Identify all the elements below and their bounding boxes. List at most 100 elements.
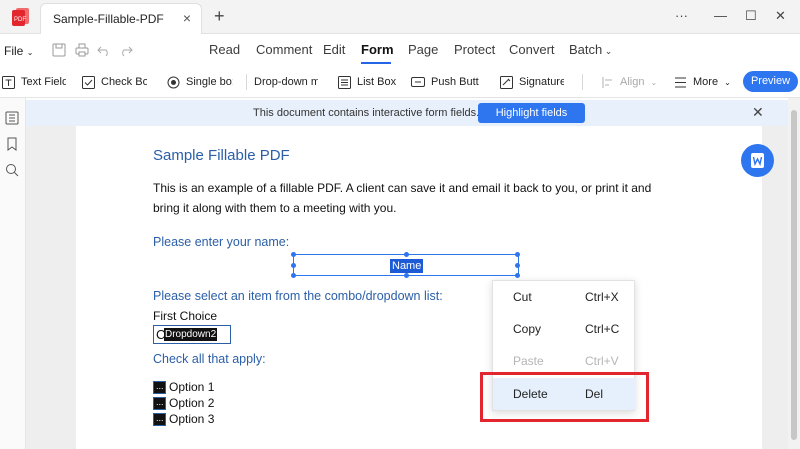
resize-handle[interactable]: [404, 252, 409, 257]
context-menu-cut[interactable]: Cut Ctrl+X: [493, 281, 636, 313]
undo-icon[interactable]: [97, 43, 111, 57]
menu-item-shortcut: Ctrl+C: [585, 322, 620, 336]
list-box-label: List Box: [357, 76, 396, 88]
radio-button-icon: [167, 76, 180, 88]
resize-handle[interactable]: [515, 252, 520, 257]
new-tab-button[interactable]: +: [214, 6, 225, 26]
resize-handle[interactable]: [291, 263, 296, 268]
menu-item-shortcut: Ctrl+V: [585, 354, 619, 368]
print-icon[interactable]: [75, 43, 89, 57]
word-convert-button[interactable]: [741, 144, 774, 177]
push-button-label: Push Buttc: [431, 76, 479, 88]
check-prompt: Check all that apply:: [153, 352, 266, 366]
menu-item-label: Paste: [513, 354, 544, 368]
single-box-tool[interactable]: Single bo:: [167, 73, 233, 91]
resize-handle[interactable]: [404, 273, 409, 278]
more-options-icon[interactable]: ···: [675, 8, 688, 23]
word-icon: [751, 153, 764, 168]
close-notification-icon[interactable]: ✕: [752, 104, 764, 121]
checkbox-marker: ...: [156, 381, 164, 391]
chevron-down-icon: ⌄: [26, 48, 34, 57]
resize-handle[interactable]: [291, 252, 296, 257]
file-menu[interactable]: File ⌄: [4, 44, 33, 58]
menu-form[interactable]: Form: [361, 42, 394, 57]
menu-comment[interactable]: Comment: [256, 42, 312, 57]
svg-text:PDF: PDF: [14, 17, 26, 23]
align-label: Align: [620, 76, 645, 88]
redo-icon[interactable]: [119, 43, 133, 57]
more-tool[interactable]: More ⌄: [674, 73, 732, 91]
bookmark-icon[interactable]: [5, 137, 19, 151]
menu-item-label: Cut: [513, 290, 532, 304]
checkbox-marker: ...: [156, 397, 164, 407]
active-tab-indicator: [361, 62, 391, 64]
document-paragraph: This is an example of a fillable PDF. A …: [153, 181, 652, 215]
resize-handle[interactable]: [515, 263, 520, 268]
check-box-tool[interactable]: Check Bo:: [82, 73, 147, 91]
pdf-app-icon: PDF: [12, 8, 29, 26]
menu-page[interactable]: Page: [408, 42, 438, 57]
option-label: Option 3: [169, 412, 215, 426]
chevron-down-icon: ⌄: [724, 77, 731, 87]
name-field-label: Name: [390, 259, 424, 273]
maximize-button[interactable]: ☐: [745, 8, 757, 24]
list-box-tool[interactable]: List Box: [338, 73, 396, 91]
more-icon: [675, 77, 686, 87]
list-box-icon: [338, 75, 351, 89]
form-toolbar: Text Field Check Bo: Single bo: Drop-dow…: [0, 66, 800, 98]
checkbox-icon: [82, 75, 95, 89]
signature-icon: [500, 75, 513, 89]
push-button-icon: [411, 77, 425, 87]
search-icon[interactable]: [5, 163, 19, 177]
option-label: Option 1: [169, 380, 215, 394]
combo-prompt: Please select an item from the combo/dro…: [153, 289, 443, 303]
notification-text: This document contains interactive form …: [253, 107, 480, 119]
text-field-tool[interactable]: Text Field: [2, 73, 66, 91]
option-label: Option 2: [169, 396, 215, 410]
left-sidebar: [0, 98, 26, 449]
close-tab-icon[interactable]: ×: [183, 10, 191, 26]
vertical-scrollbar[interactable]: [788, 98, 800, 449]
align-tool[interactable]: Align ⌄: [601, 73, 657, 91]
close-window-button[interactable]: ✕: [775, 8, 786, 24]
push-button-tool[interactable]: Push Buttc: [411, 73, 479, 91]
document-tab[interactable]: Sample-Fillable-PDF ×: [40, 3, 202, 34]
menu-batch[interactable]: Batch ⌄: [569, 42, 612, 57]
title-bar: PDF Sample-Fillable-PDF × + ··· — ☐ ✕: [0, 0, 800, 34]
resize-handle[interactable]: [291, 273, 296, 278]
app-window: PDF Sample-Fillable-PDF × + ··· — ☐ ✕ Fi…: [0, 0, 800, 449]
checkbox-field[interactable]: ...: [153, 397, 166, 410]
dropdown-form-field[interactable]: C Dropdown2: [153, 325, 231, 344]
menu-bar: File ⌄ Read Comment Edit Form Page Prote…: [0, 34, 800, 66]
save-icon[interactable]: [52, 43, 66, 57]
dropdown-tool-label: Drop-down m: [254, 76, 318, 88]
menu-read[interactable]: Read: [209, 42, 240, 57]
pdf-page: Sample Fillable PDF This is an example o…: [76, 126, 762, 449]
resize-handle[interactable]: [515, 273, 520, 278]
toolbar-divider: [246, 74, 247, 90]
context-menu-copy[interactable]: Copy Ctrl+C: [493, 313, 636, 345]
annotation-highlight-box: [480, 372, 649, 422]
menu-edit[interactable]: Edit: [323, 42, 345, 57]
first-choice-text: First Choice: [153, 309, 218, 323]
minimize-button[interactable]: —: [714, 8, 727, 23]
thumbnails-icon[interactable]: [5, 111, 19, 125]
tab-title: Sample-Fillable-PDF: [53, 12, 164, 26]
checkbox-field[interactable]: ...: [153, 381, 166, 394]
signature-tool[interactable]: Signature: [500, 73, 564, 91]
document-canvas: Sample Fillable PDF This is an example o…: [26, 126, 788, 449]
checkbox-marker: ...: [156, 413, 164, 423]
name-text-field[interactable]: Name: [291, 252, 520, 278]
menu-item-shortcut: Ctrl+X: [585, 290, 619, 304]
checkbox-field[interactable]: ...: [153, 413, 166, 426]
preview-button[interactable]: Preview: [743, 71, 798, 92]
dropdown-tool[interactable]: Drop-down m: [254, 73, 318, 91]
dropdown-field-label: Dropdown2: [164, 328, 218, 341]
menu-protect[interactable]: Protect: [454, 42, 495, 57]
menu-item-label: Copy: [513, 322, 542, 336]
toolbar-divider: [582, 74, 583, 90]
menu-convert[interactable]: Convert: [509, 42, 555, 57]
scroll-thumb[interactable]: [791, 110, 797, 440]
text-field-label: Text Field: [21, 76, 66, 88]
highlight-fields-button[interactable]: Highlight fields: [478, 103, 585, 123]
